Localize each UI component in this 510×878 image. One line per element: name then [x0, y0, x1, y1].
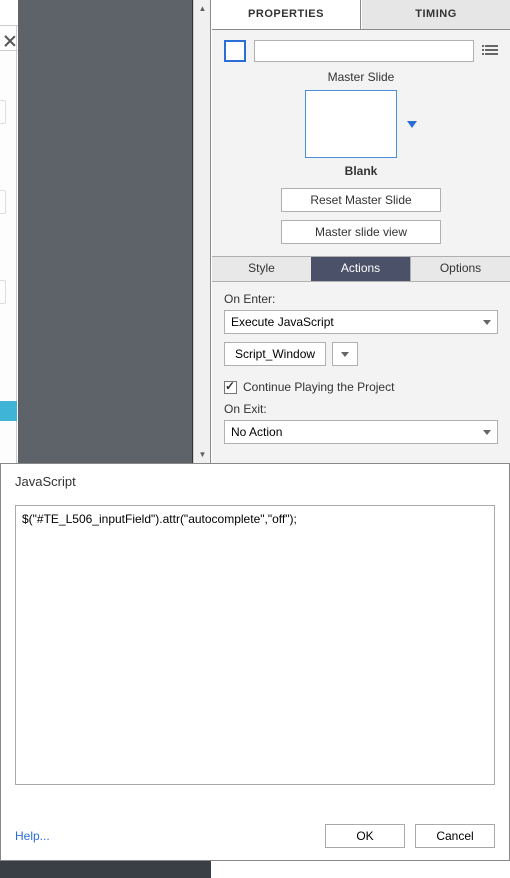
vertical-scrollbar[interactable]: ▲ ▼	[193, 0, 210, 463]
master-slide-thumbnail[interactable]	[305, 90, 397, 158]
tab-properties[interactable]: PROPERTIES	[212, 0, 361, 29]
thumb-placeholder	[0, 100, 6, 124]
script-dropdown-button[interactable]	[332, 342, 358, 366]
continue-playing-row: Continue Playing the Project	[224, 380, 498, 394]
reset-master-slide-button[interactable]: Reset Master Slide	[281, 188, 441, 212]
subtab-actions[interactable]: Actions	[311, 257, 410, 281]
slide-icon	[224, 40, 246, 62]
selected-thumb-indicator	[0, 401, 17, 421]
slide-name-input[interactable]	[254, 40, 474, 62]
javascript-dialog: JavaScript Help... OK Cancel	[0, 463, 510, 861]
divider	[0, 25, 18, 26]
continue-playing-label: Continue Playing the Project	[243, 380, 394, 394]
property-subtabs: Style Actions Options	[212, 256, 510, 282]
slide-name-row	[224, 40, 498, 62]
master-slide-heading: Master Slide	[224, 70, 498, 84]
subtab-options[interactable]: Options	[410, 257, 510, 281]
help-link[interactable]: Help...	[15, 829, 50, 843]
canvas-area	[18, 0, 193, 463]
continue-playing-checkbox[interactable]	[224, 381, 237, 394]
ok-button[interactable]: OK	[325, 824, 405, 848]
master-slide-dropdown-icon[interactable]	[407, 121, 417, 128]
on-exit-label: On Exit:	[224, 402, 498, 416]
dialog-title: JavaScript	[1, 464, 509, 497]
cancel-button[interactable]: Cancel	[415, 824, 495, 848]
scroll-down-icon[interactable]: ▼	[194, 446, 211, 463]
scroll-up-icon[interactable]: ▲	[194, 0, 211, 17]
inspector-panel: PROPERTIES TIMING Master Slide Blank Res…	[212, 0, 510, 463]
on-exit-action-select[interactable]: No Action	[224, 420, 498, 444]
close-icon[interactable]	[3, 34, 17, 48]
on-enter-action-select[interactable]: Execute JavaScript	[224, 310, 498, 334]
subtab-style[interactable]: Style	[212, 257, 311, 281]
master-slide-row	[224, 90, 498, 158]
inspector-tabs: PROPERTIES TIMING	[212, 0, 510, 30]
dialog-footer: Help... OK Cancel	[15, 824, 495, 848]
thumbnail-gutter	[0, 25, 17, 463]
divider	[0, 50, 18, 51]
script-row: Script_Window	[224, 342, 498, 366]
tab-timing[interactable]: TIMING	[361, 0, 510, 29]
javascript-code-input[interactable]	[15, 505, 495, 785]
thumb-placeholder	[0, 190, 6, 214]
master-slide-name: Blank	[224, 164, 498, 178]
master-slide-view-button[interactable]: Master slide view	[281, 220, 441, 244]
properties-body: Master Slide Blank Reset Master Slide Ma…	[212, 30, 510, 454]
bottom-strip	[0, 861, 211, 878]
thumb-placeholder	[0, 280, 6, 304]
script-window-button[interactable]: Script_Window	[224, 342, 326, 366]
menu-icon[interactable]	[482, 44, 498, 58]
on-enter-label: On Enter:	[224, 292, 498, 306]
left-strip: ▲ ▼	[0, 0, 211, 463]
